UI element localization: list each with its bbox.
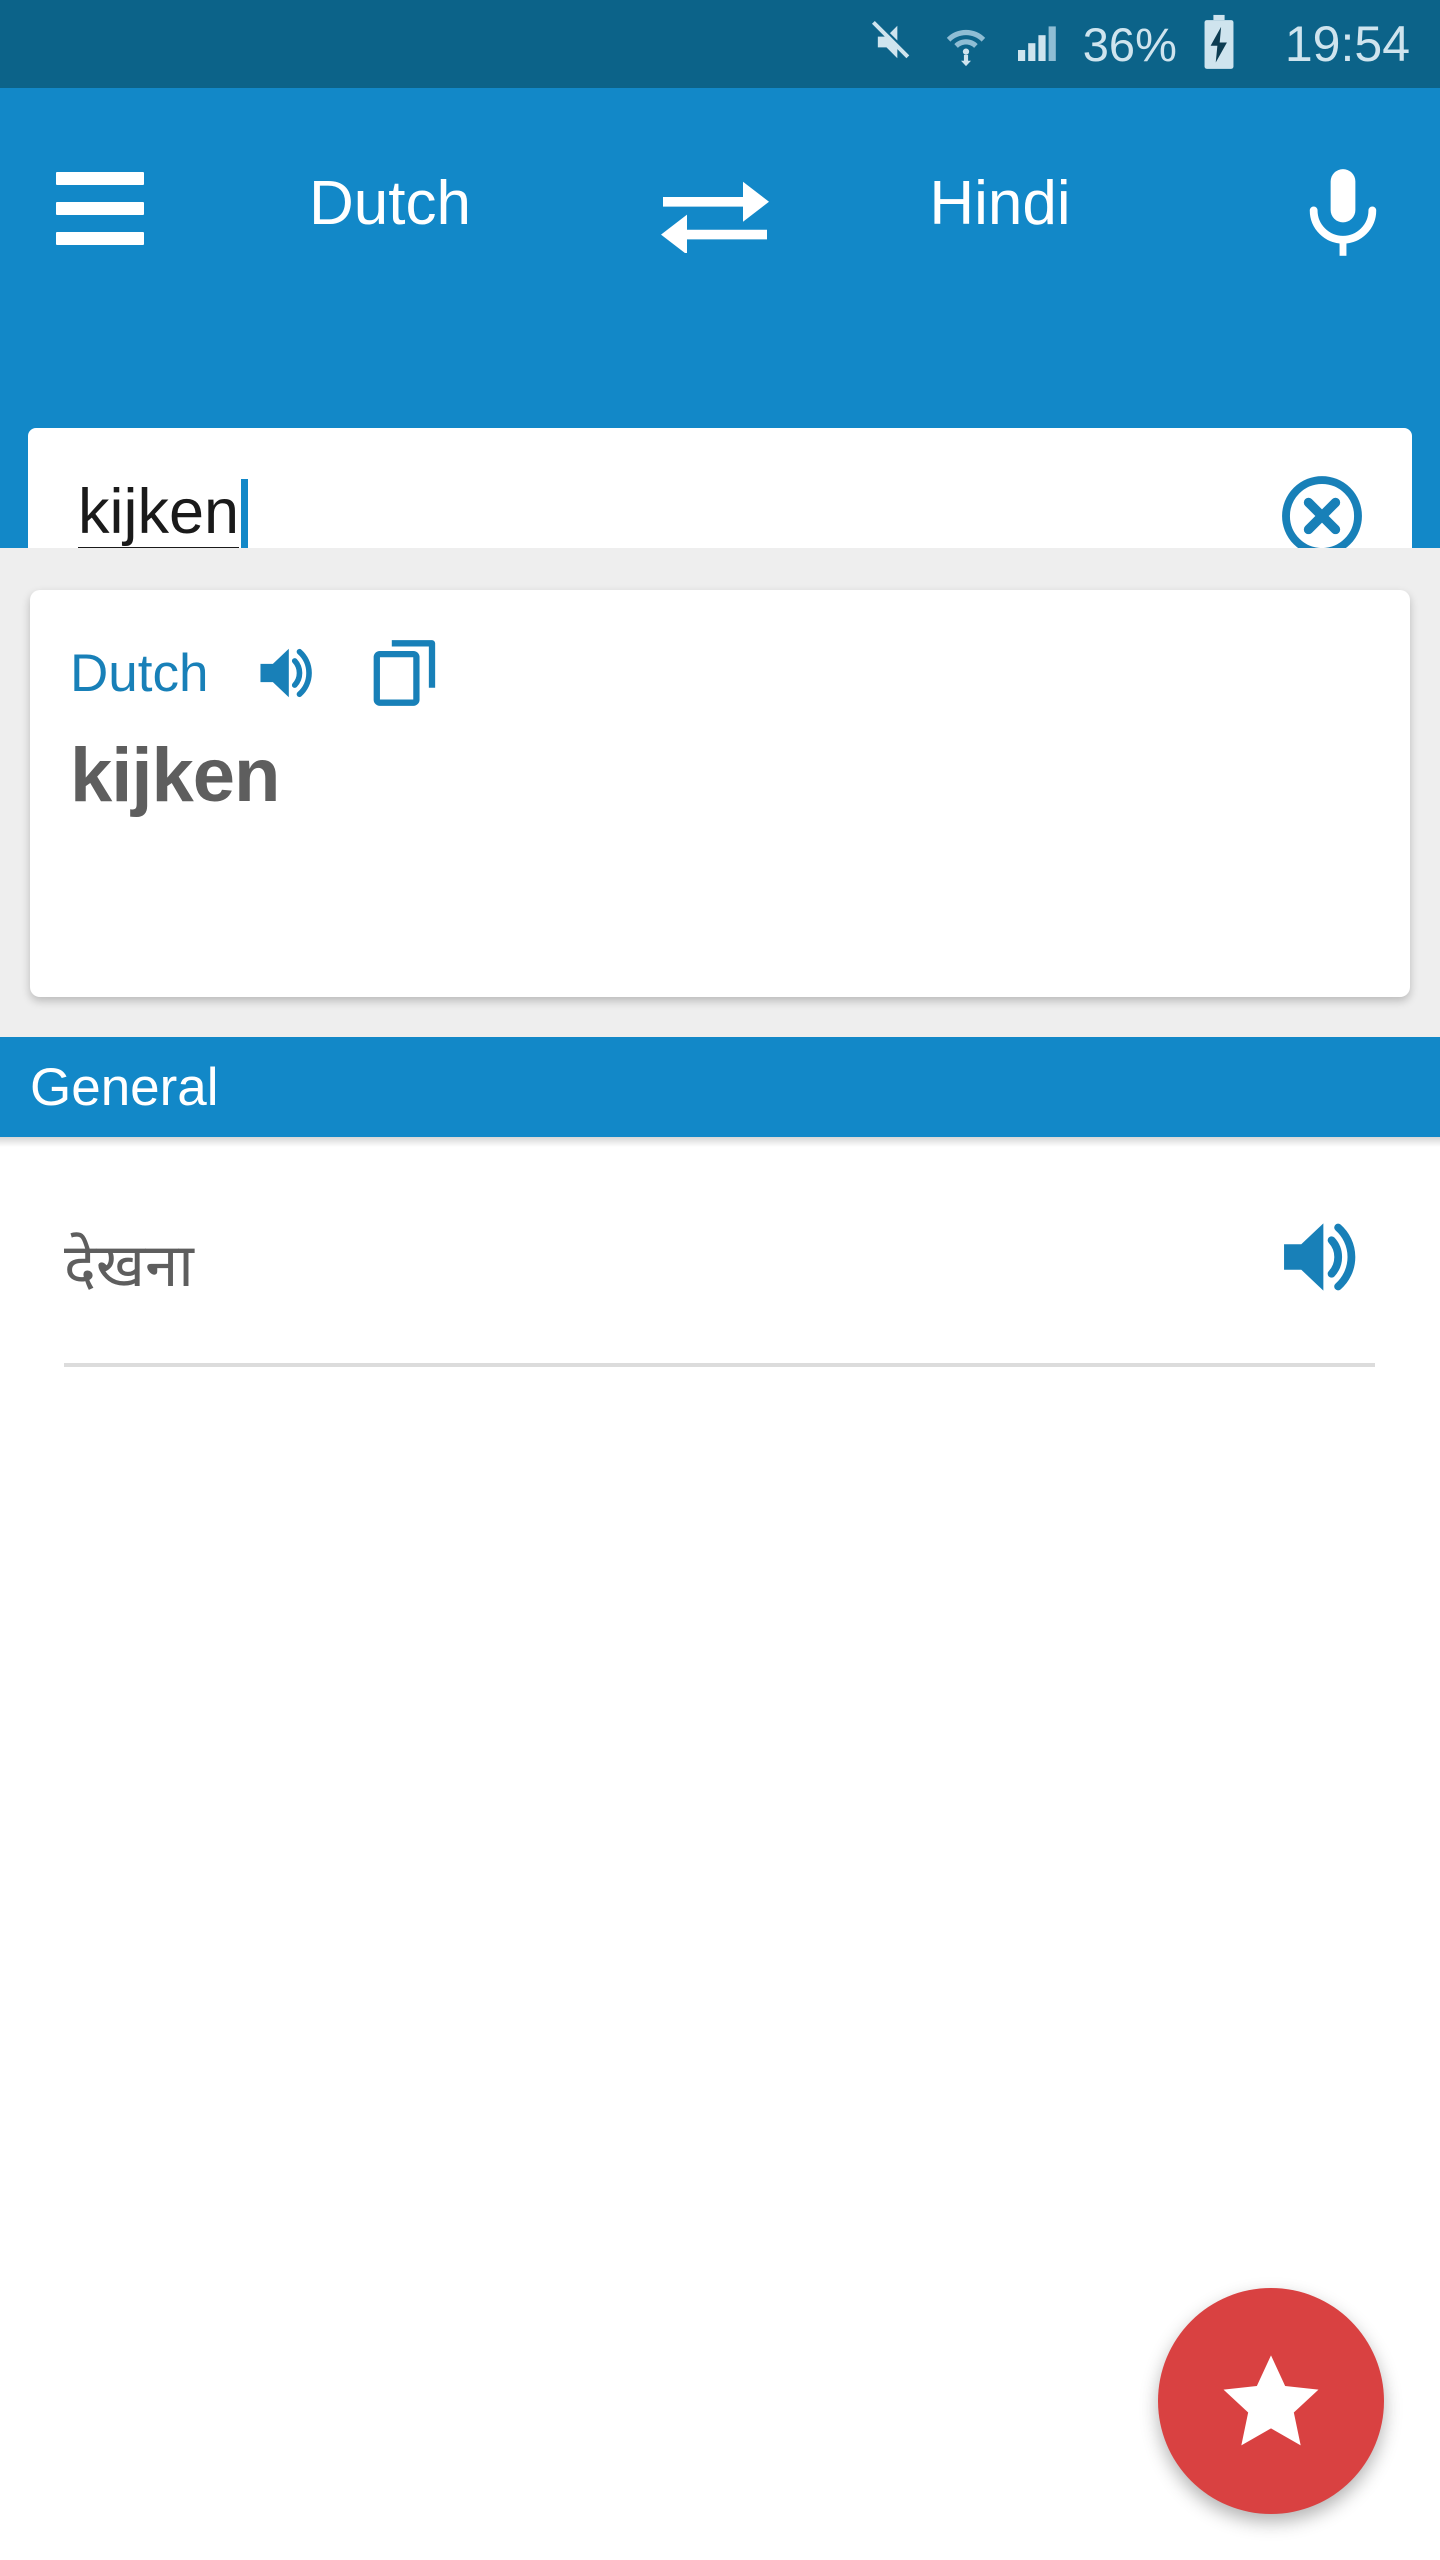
star-icon <box>1223 2354 1319 2445</box>
target-language-button[interactable]: Hindi <box>840 168 1160 239</box>
section-header: General <box>0 1037 1440 1137</box>
clock-label: 19:54 <box>1284 16 1410 72</box>
menu-bar-3 <box>56 231 144 245</box>
translation-row[interactable]: देखना <box>0 1160 1440 1365</box>
clear-search-icon[interactable] <box>1232 471 1412 561</box>
status-bar-icons: 36% 19:54 <box>867 14 1410 75</box>
signal-icon <box>1013 18 1061 71</box>
menu-bar-1 <box>56 171 144 185</box>
swap-languages-icon[interactable] <box>655 173 775 255</box>
translation-word: देखना <box>64 1231 194 1299</box>
copy-icon[interactable] <box>372 638 438 708</box>
favorites-fab[interactable] <box>1158 2288 1384 2514</box>
wifi-icon <box>941 17 991 72</box>
source-card-zone: Dutch kijken <box>0 548 1440 1038</box>
app-screen: 36% 19:54 Dutch Hindi kijken Dutch kijke… <box>0 0 1440 2560</box>
menu-bar-2 <box>56 201 144 215</box>
battery-percent-label: 36% <box>1082 17 1177 71</box>
source-word-card: Dutch kijken <box>30 590 1410 997</box>
section-shadow <box>0 1137 1440 1147</box>
section-title: General <box>30 1057 219 1117</box>
source-card-header: Dutch <box>30 590 1410 708</box>
speaker-icon[interactable] <box>254 642 326 704</box>
source-card-language-label: Dutch <box>70 643 209 703</box>
microphone-icon[interactable] <box>1288 160 1398 270</box>
mute-icon <box>867 16 919 73</box>
speaker-icon[interactable] <box>1270 1212 1380 1302</box>
app-toolbar: Dutch Hindi kijken <box>0 88 1440 603</box>
source-word: kijken <box>70 733 280 818</box>
search-input-value: kijken <box>78 479 240 553</box>
battery-charging-icon <box>1199 14 1239 75</box>
status-bar: 36% 19:54 <box>0 0 1440 88</box>
source-language-button[interactable]: Dutch <box>230 168 550 239</box>
menu-icon[interactable] <box>56 171 166 245</box>
row-divider <box>64 1363 1375 1367</box>
